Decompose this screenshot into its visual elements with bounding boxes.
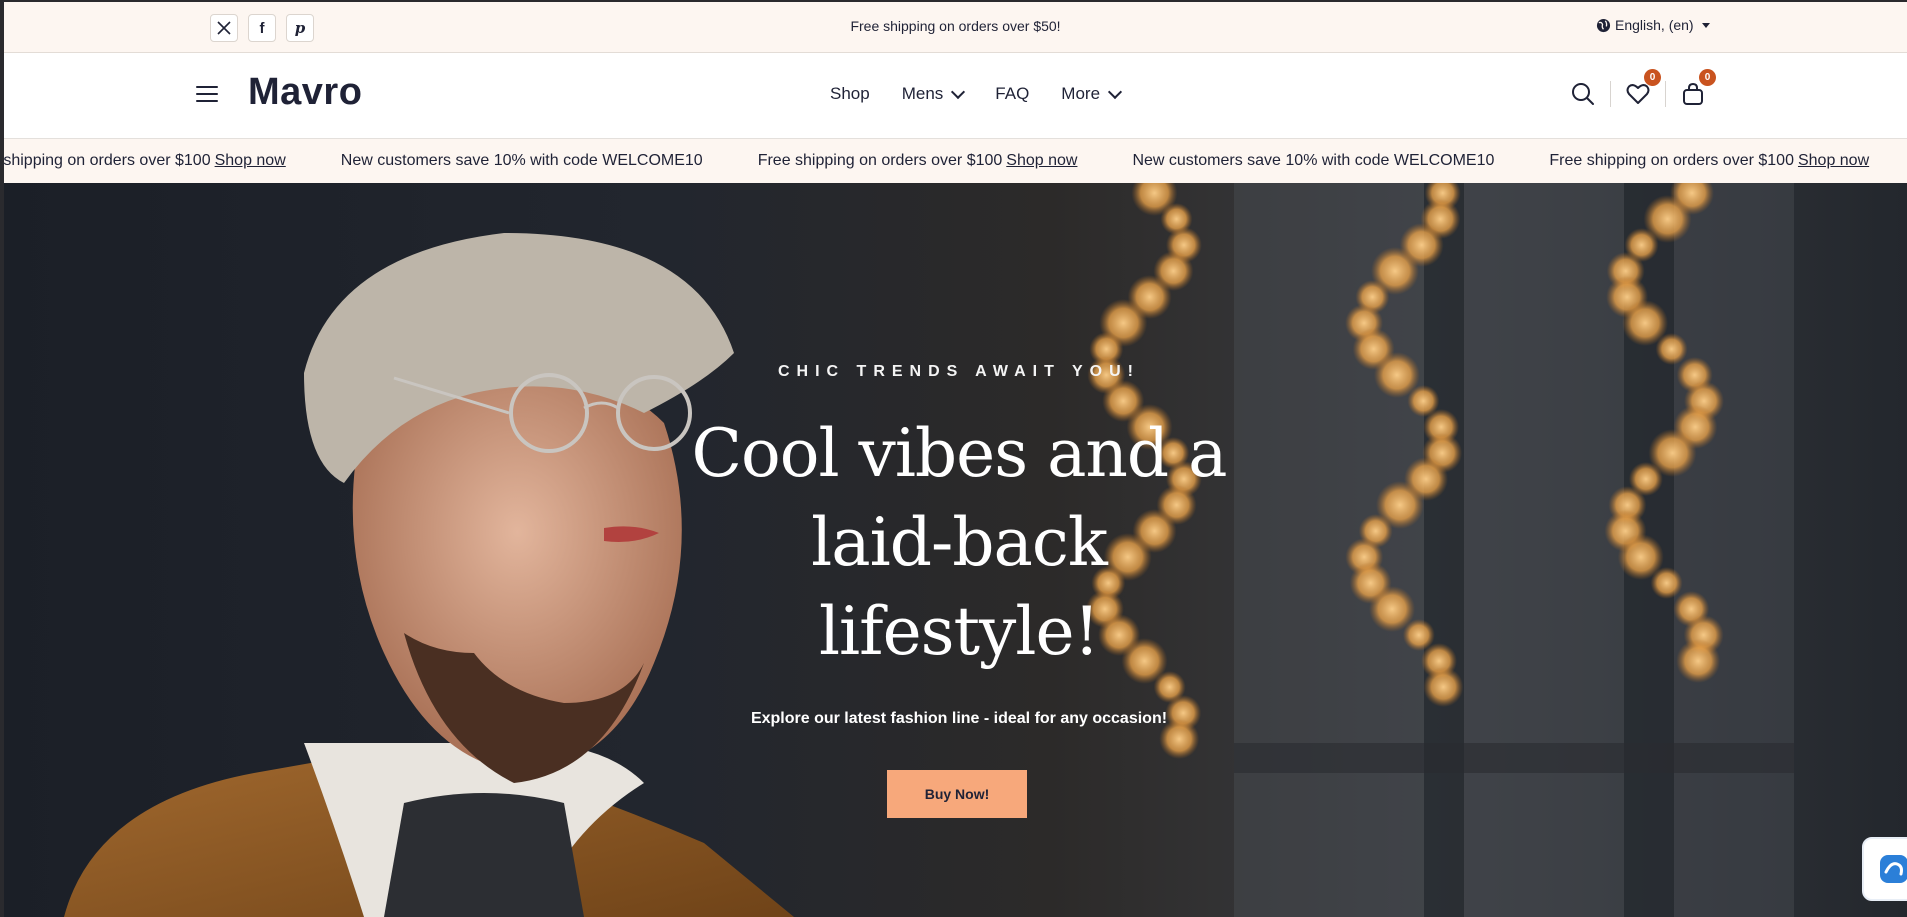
site-header: Mavro Shop Mens FAQ More 0 0: [4, 53, 1907, 139]
caret-down-icon: [1701, 22, 1710, 28]
announcement-bar: f p Free shipping on orders over $50! En…: [4, 2, 1907, 53]
buy-now-button[interactable]: Buy Now!: [887, 770, 1027, 818]
marquee-track: Free shipping on orders over $100Shop no…: [4, 152, 1907, 170]
page: f p Free shipping on orders over $50! En…: [4, 2, 1907, 917]
shop-now-link[interactable]: Shop now: [215, 152, 286, 169]
marquee-item: Free shipping on orders over $100Shop no…: [757, 152, 1078, 169]
headline-line-3: lifestyle!: [818, 593, 1100, 670]
headline-line-1: Cool vibes and a: [691, 415, 1227, 492]
promo-marquee: Free shipping on orders over $100Shop no…: [4, 139, 1907, 183]
marquee-item: Free shipping on orders over $100Shop no…: [1549, 152, 1870, 169]
marquee-item: New customers save 10% with code WELCOME…: [340, 152, 703, 169]
hero-banner: CHIC TRENDS AWAIT YOU! Cool vibes and a …: [4, 183, 1907, 917]
header-actions: 0 0: [1568, 69, 1716, 109]
wishlist-count-badge: 0: [1644, 69, 1661, 86]
bokeh-light: [1655, 333, 1688, 365]
language-label: English, (en): [1615, 17, 1694, 33]
main-nav: Shop Mens FAQ More: [830, 84, 1152, 104]
hero-subtext: Explore our latest fashion line - ideal …: [750, 710, 1168, 727]
language-selector[interactable]: English, (en): [1596, 17, 1710, 33]
marquee-item: Free shipping on orders over $100Shop no…: [4, 152, 286, 169]
nav-mens[interactable]: Mens: [902, 84, 966, 104]
chevron-down-icon: [951, 84, 966, 99]
globe-icon: [1596, 18, 1611, 32]
headline-line-2: laid-back: [811, 504, 1108, 581]
chevron-down-icon: [1107, 84, 1123, 99]
nav-shop[interactable]: Shop: [830, 84, 870, 104]
wishlist-icon[interactable]: 0: [1623, 69, 1661, 109]
hero-headline: Cool vibes and a laid-back lifestyle!: [4, 409, 1907, 676]
chat-widget-icon[interactable]: [1862, 837, 1907, 901]
divider: [1610, 81, 1611, 107]
marquee-item: New customers save 10% with code WELCOME…: [1132, 152, 1495, 169]
search-icon[interactable]: [1568, 79, 1598, 109]
hero-eyebrow: CHIC TRENDS AWAIT YOU!: [777, 363, 1140, 380]
menu-icon[interactable]: [196, 86, 218, 104]
logo[interactable]: Mavro: [248, 71, 362, 114]
shop-now-link[interactable]: Shop now: [1006, 152, 1077, 169]
nav-faq[interactable]: FAQ: [995, 84, 1029, 104]
shop-now-link[interactable]: Shop now: [1798, 152, 1869, 169]
cart-icon[interactable]: 0: [1678, 69, 1716, 109]
divider: [1665, 81, 1666, 107]
nav-more[interactable]: More: [1061, 84, 1123, 104]
cart-count-badge: 0: [1699, 69, 1716, 86]
